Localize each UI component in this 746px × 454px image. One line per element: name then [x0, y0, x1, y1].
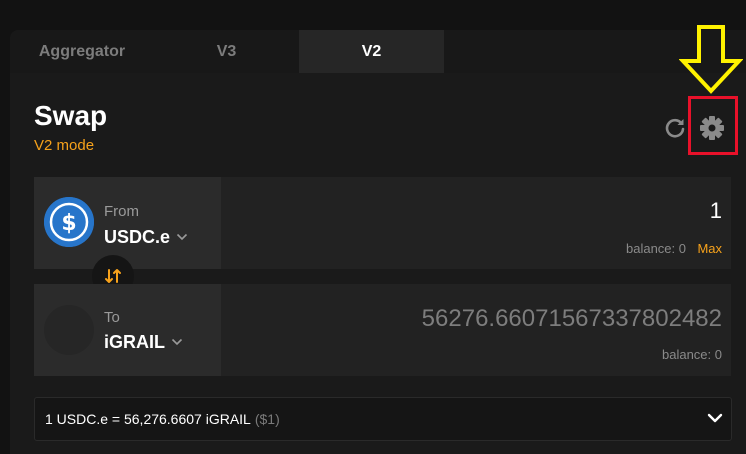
usdc-token-icon: $ [44, 197, 94, 247]
exchange-rate-text: 1 USDC.e = 56,276.6607 iGRAIL [45, 411, 251, 427]
refresh-icon [665, 118, 685, 138]
refresh-button[interactable] [663, 116, 687, 140]
igrail-token-icon [44, 305, 94, 355]
version-tabs: Aggregator V3 V2 [10, 30, 746, 73]
tab-aggregator[interactable]: Aggregator [10, 30, 154, 73]
exchange-rate-usd: ($1) [254, 411, 280, 427]
settings-highlight-box [688, 96, 738, 155]
tab-v2[interactable]: V2 [299, 30, 444, 73]
swap-arrows-icon [105, 269, 121, 283]
page-title: Swap [34, 100, 108, 131]
to-token-name: iGRAIL [104, 331, 165, 352]
to-token-select[interactable]: iGRAIL [104, 330, 183, 354]
from-label: From [104, 203, 139, 220]
from-amount-input[interactable] [422, 198, 722, 224]
to-amount-output: 56276.66071567337802482 [421, 305, 722, 332]
to-label: To [104, 309, 120, 326]
tab-v3[interactable]: V3 [154, 30, 299, 73]
chevron-down-icon [176, 233, 188, 241]
from-token-select[interactable]: USDC.e [104, 225, 188, 249]
annotation-arrow-icon [679, 25, 743, 94]
from-token-name: USDC.e [104, 226, 171, 247]
chevron-down-icon [171, 338, 183, 346]
max-button[interactable]: Max [697, 241, 722, 256]
mode-label: V2 mode [34, 137, 95, 154]
exchange-rate-row[interactable]: 1 USDC.e = 56,276.6607 iGRAIL ($1) [34, 397, 732, 441]
to-balance: balance: 0 [662, 347, 722, 362]
from-balance: balance: 0 [626, 241, 686, 256]
chevron-down-icon[interactable] [707, 412, 723, 424]
svg-text:$: $ [61, 211, 76, 236]
